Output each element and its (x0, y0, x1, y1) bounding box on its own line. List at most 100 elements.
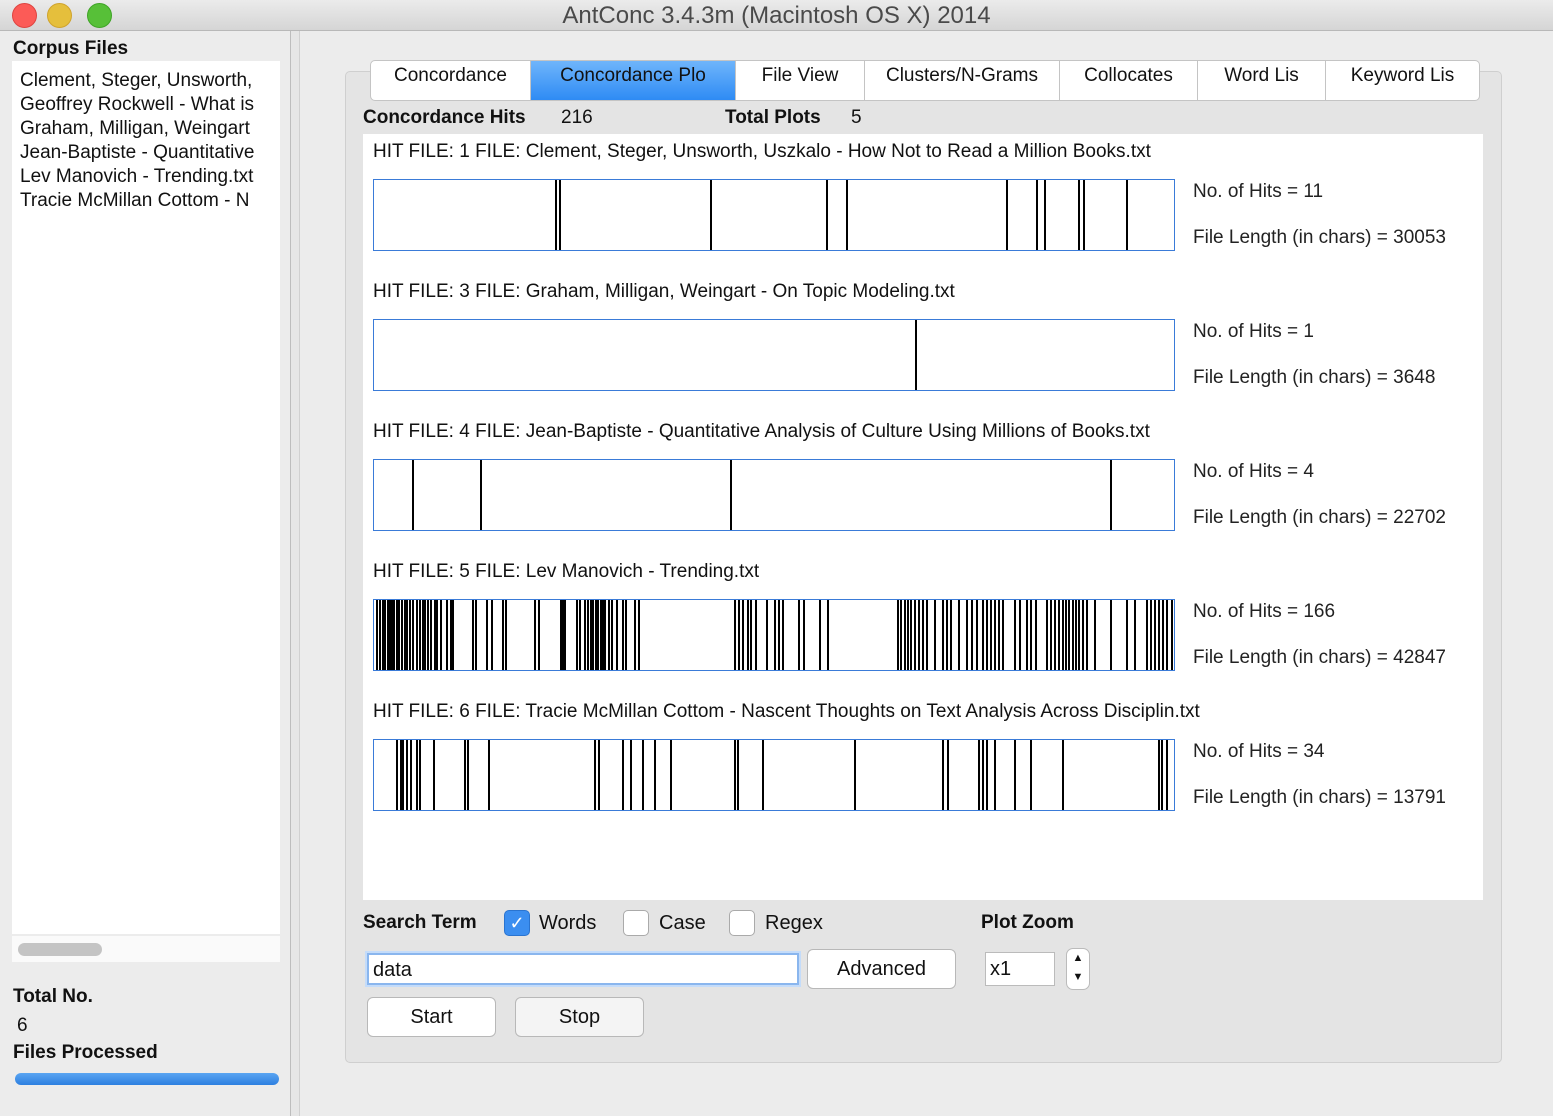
hit-mark[interactable] (1126, 600, 1128, 670)
hit-mark[interactable] (1074, 600, 1077, 670)
hit-mark[interactable] (1036, 180, 1039, 250)
hit-mark[interactable] (910, 600, 912, 670)
stop-button[interactable]: Stop (515, 997, 644, 1037)
hit-mark[interactable] (994, 600, 996, 670)
hit-mark[interactable] (604, 600, 607, 670)
hit-mark[interactable] (534, 600, 536, 670)
hit-mark[interactable] (986, 600, 988, 670)
hit-mark[interactable] (1154, 600, 1156, 670)
hit-mark[interactable] (1110, 460, 1112, 530)
hit-mark[interactable] (1058, 600, 1060, 670)
hit-mark[interactable] (654, 740, 656, 810)
hit-mark[interactable] (950, 600, 952, 670)
hit-mark[interactable] (622, 600, 624, 670)
hit-plot-bar[interactable] (373, 739, 1175, 811)
hit-mark[interactable] (1150, 600, 1152, 670)
hit-mark[interactable] (564, 600, 567, 670)
hit-mark[interactable] (906, 600, 909, 670)
hit-mark[interactable] (502, 600, 504, 670)
hit-mark[interactable] (766, 600, 768, 670)
hit-mark[interactable] (970, 600, 973, 670)
hit-mark[interactable] (1030, 740, 1032, 810)
hit-mark[interactable] (409, 600, 412, 670)
hit-mark[interactable] (1054, 600, 1056, 670)
tab-file-view[interactable]: File View (736, 60, 865, 101)
hit-mark[interactable] (1170, 600, 1173, 670)
hit-mark[interactable] (486, 600, 488, 670)
hit-mark[interactable] (1002, 600, 1004, 670)
hit-plot-bar[interactable] (373, 179, 1175, 251)
hit-mark[interactable] (575, 600, 578, 670)
hit-mark[interactable] (922, 600, 924, 670)
corpus-file-item[interactable]: Geoffrey Rockwell - What is (12, 93, 280, 117)
corpus-file-item[interactable]: Clement, Steger, Unsworth, (12, 69, 280, 93)
hit-mark[interactable] (978, 740, 980, 810)
hit-plot-bar[interactable] (373, 599, 1175, 671)
hit-mark[interactable] (1026, 600, 1028, 670)
regex-checkbox[interactable] (729, 910, 755, 936)
hit-mark[interactable] (982, 600, 984, 670)
tab-concordance-plot[interactable]: Concordance Plo (531, 60, 736, 101)
corpus-file-list[interactable]: Clement, Steger, Unsworth, Geoffrey Rock… (12, 61, 280, 934)
hit-mark[interactable] (1050, 600, 1052, 670)
hit-mark[interactable] (946, 600, 948, 670)
hit-mark[interactable] (622, 740, 624, 810)
plot-zoom-stepper[interactable]: ▲ ▼ (1066, 948, 1090, 990)
hit-mark[interactable] (958, 600, 960, 670)
start-button[interactable]: Start (367, 997, 496, 1037)
hit-mark[interactable] (1030, 600, 1032, 670)
plot-zoom-field[interactable]: x1 (985, 952, 1055, 986)
hit-mark[interactable] (762, 740, 764, 810)
corpus-file-item[interactable]: Tracie McMillan Cottom - N (12, 189, 280, 213)
hit-mark[interactable] (402, 740, 404, 810)
hit-plot-bar[interactable] (373, 459, 1175, 531)
hit-mark[interactable] (415, 600, 418, 670)
hit-mark[interactable] (398, 600, 400, 670)
hit-mark[interactable] (452, 600, 455, 670)
hit-mark[interactable] (1086, 600, 1088, 670)
tab-clusters-ngrams[interactable]: Clusters/N-Grams (865, 60, 1060, 101)
hit-mark[interactable] (490, 600, 493, 670)
hit-mark[interactable] (471, 600, 474, 670)
hit-mark[interactable] (900, 600, 903, 670)
hit-mark[interactable] (1044, 180, 1047, 250)
hit-mark[interactable] (1126, 180, 1128, 250)
hit-mark[interactable] (670, 740, 672, 810)
hit-mark[interactable] (586, 600, 589, 670)
hit-mark[interactable] (1062, 600, 1064, 670)
hit-mark[interactable] (742, 600, 744, 670)
hit-mark[interactable] (738, 600, 740, 670)
hit-mark[interactable] (746, 600, 749, 670)
hit-mark[interactable] (406, 740, 408, 810)
hit-plot-bar[interactable] (373, 319, 1175, 391)
hit-mark[interactable] (430, 600, 432, 670)
hit-mark[interactable] (946, 740, 949, 810)
hit-mark[interactable] (411, 460, 414, 530)
hit-mark[interactable] (1068, 600, 1071, 670)
hit-mark[interactable] (1162, 600, 1164, 670)
hit-mark[interactable] (378, 600, 381, 670)
hit-mark[interactable] (1014, 740, 1016, 810)
hit-mark[interactable] (1082, 180, 1085, 250)
hit-mark[interactable] (914, 600, 916, 670)
hit-mark[interactable] (918, 600, 920, 670)
hit-mark[interactable] (990, 600, 992, 670)
corpus-file-item[interactable]: Graham, Milligan, Weingart (12, 117, 280, 141)
hit-mark[interactable] (750, 600, 752, 670)
hit-mark[interactable] (1166, 600, 1168, 670)
file-list-scrollbar[interactable] (12, 936, 280, 962)
hit-mark[interactable] (610, 600, 613, 670)
hit-mark[interactable] (396, 740, 399, 810)
hit-mark[interactable] (934, 600, 936, 670)
hit-mark[interactable] (418, 600, 421, 670)
hit-mark[interactable] (638, 600, 640, 670)
hit-mark[interactable] (634, 600, 636, 670)
hit-mark[interactable] (802, 600, 805, 670)
hit-mark[interactable] (774, 600, 776, 670)
hit-mark[interactable] (474, 600, 477, 670)
hit-mark[interactable] (854, 740, 856, 810)
hit-mark[interactable] (583, 600, 586, 670)
hit-mark[interactable] (818, 600, 821, 670)
hit-mark[interactable] (1034, 600, 1037, 670)
hit-mark[interactable] (578, 600, 581, 670)
